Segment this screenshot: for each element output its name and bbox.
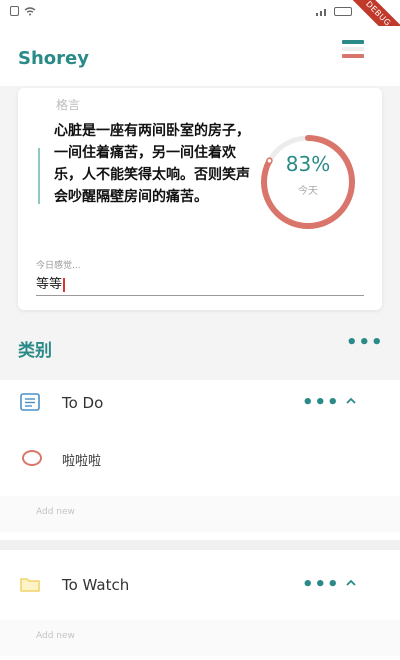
category-row-todo[interactable]: To Do ••• (0, 380, 400, 426)
category-more-icon[interactable]: ••• (302, 576, 340, 594)
progress-label: 今天 (298, 186, 318, 197)
quote-text: 心脏是一座有两间卧室的房子，一间住着痛苦，另一间住着欢乐，人不能笑得太响。否则笑… (54, 123, 250, 205)
quote-card: 格言 心脏是一座有两间卧室的房子，一间住着痛苦，另一间住着欢乐，人不能笑得太响。… (18, 88, 382, 310)
signal-icon (316, 9, 326, 16)
chevron-up-icon[interactable] (346, 578, 356, 588)
wifi-icon (24, 6, 36, 15)
task-row[interactable]: 啦啦啦 (0, 436, 400, 482)
add-task-label: Add new (36, 631, 75, 641)
app-title: Shorey (18, 48, 89, 69)
categories-more-icon[interactable]: ••• (346, 334, 384, 352)
categories-header: 类别 ••• (0, 330, 400, 370)
add-task-row[interactable]: Add new (0, 496, 400, 532)
theme-stripes-icon[interactable] (342, 40, 372, 62)
app-bar: Shorey (0, 26, 400, 86)
add-task-label: Add new (36, 507, 75, 517)
categories-title: 类别 (18, 341, 52, 361)
quote-bar (38, 148, 40, 204)
status-bar: DEBUG (0, 0, 400, 54)
task-checkbox[interactable] (22, 450, 42, 466)
category-group-todo: To Do ••• 啦啦啦 Add new (0, 380, 400, 540)
sim-icon (10, 6, 19, 16)
category-group-towatch: To Watch ••• Add new (0, 550, 400, 660)
progress-percent: 83% (285, 152, 331, 176)
mood-input[interactable]: 等等 (36, 274, 364, 296)
category-row-towatch[interactable]: To Watch ••• (0, 562, 400, 608)
add-task-row[interactable]: Add new (0, 620, 400, 656)
group-divider (0, 540, 400, 550)
category-name: To Watch (62, 576, 130, 594)
status-left (10, 6, 36, 16)
mood-label: 今日感觉... (36, 261, 81, 271)
folder-icon (20, 578, 40, 592)
quote-label: 格言 (56, 98, 81, 112)
category-name: To Do (62, 394, 104, 412)
battery-icon (334, 7, 352, 16)
category-more-icon[interactable]: ••• (302, 394, 340, 412)
task-text: 啦啦啦 (62, 454, 102, 469)
status-right (315, 7, 352, 16)
chevron-up-icon[interactable] (346, 396, 356, 406)
list-icon (20, 393, 40, 411)
